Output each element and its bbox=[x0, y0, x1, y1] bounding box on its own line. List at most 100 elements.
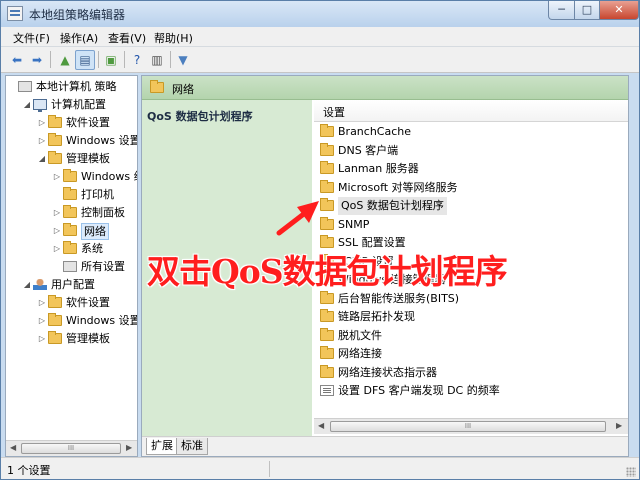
setting-list-item[interactable]: 链路层拓扑发现 bbox=[314, 308, 628, 326]
scroll-thumb[interactable]: III bbox=[21, 443, 121, 454]
tree-item[interactable]: ▷ Windows 组件 bbox=[6, 168, 137, 186]
scroll-left-icon[interactable]: ◀ bbox=[318, 421, 324, 430]
tree-item[interactable]: ▷ 系统 bbox=[6, 240, 137, 258]
tree-item[interactable]: 本地计算机 策略 bbox=[6, 78, 137, 96]
scroll-right-icon[interactable]: ▶ bbox=[616, 421, 622, 430]
setting-item-label: DNS 客户端 bbox=[338, 143, 399, 157]
column-header-setting[interactable]: 设置 bbox=[314, 100, 628, 122]
tree-item[interactable]: ▷ Windows 设置 bbox=[6, 132, 137, 150]
expanded-arrow-icon[interactable]: ◢ bbox=[22, 96, 32, 114]
folder-icon bbox=[320, 327, 334, 341]
window-title: 本地组策略编辑器 bbox=[29, 8, 126, 22]
tree-item[interactable]: ▷ 控制面板 bbox=[6, 204, 137, 222]
tab-standard[interactable]: 标准 bbox=[176, 438, 208, 455]
tree-item[interactable]: 打印机 bbox=[6, 186, 137, 204]
toolbar-separator bbox=[98, 51, 99, 68]
folder-icon bbox=[320, 346, 334, 359]
list-horizontal-scrollbar[interactable]: ◀ III ▶ bbox=[314, 418, 628, 434]
resize-grip-icon[interactable] bbox=[626, 467, 636, 477]
forward-arrow-icon[interactable]: ➡ bbox=[27, 50, 47, 70]
setting-list-item[interactable]: Lanman 服务器 bbox=[314, 160, 628, 178]
folder-icon bbox=[48, 295, 62, 308]
tree-item[interactable]: ◢ 计算机配置 bbox=[6, 96, 137, 114]
back-arrow-icon[interactable]: ⬅ bbox=[7, 50, 27, 70]
setting-item-label: 后台智能传送服务(BITS) bbox=[338, 291, 460, 305]
menu-action[interactable]: 操作(A) bbox=[60, 30, 98, 46]
settings-icon bbox=[18, 81, 32, 92]
tree-item-label: 计算机配置 bbox=[51, 98, 106, 111]
tree-item[interactable]: ◢ 用户配置 bbox=[6, 276, 137, 294]
menu-help[interactable]: 帮助(H) bbox=[154, 30, 193, 46]
settings-icon bbox=[63, 261, 77, 272]
group-policy-editor-window: 本地组策略编辑器 ─ □ ✕ 文件(F) 操作(A) 查看(V) 帮助(H) ⬅… bbox=[0, 0, 640, 480]
tree-item[interactable]: 所有设置 bbox=[6, 258, 137, 276]
export-list-icon[interactable]: ▣ bbox=[101, 50, 121, 70]
collapsed-arrow-icon[interactable]: ▷ bbox=[52, 204, 62, 222]
up-folder-icon[interactable]: ▲ bbox=[55, 50, 75, 70]
tree-item-label: 所有设置 bbox=[81, 260, 125, 273]
collapsed-arrow-icon[interactable]: ▷ bbox=[37, 312, 47, 330]
menu-bar: 文件(F) 操作(A) 查看(V) 帮助(H) bbox=[1, 27, 639, 47]
setting-list-item[interactable]: 脱机文件 bbox=[314, 327, 628, 345]
minimize-button[interactable]: ─ bbox=[548, 1, 575, 20]
menu-file[interactable]: 文件(F) bbox=[13, 30, 50, 46]
collapsed-arrow-icon[interactable]: ▷ bbox=[37, 114, 47, 132]
folder-icon bbox=[320, 179, 334, 193]
folder-icon bbox=[63, 223, 77, 236]
tree-item[interactable]: ◢ 管理模板 bbox=[6, 150, 137, 168]
setting-list-item[interactable]: QoS 数据包计划程序 bbox=[314, 197, 628, 215]
tree-item-label: Windows 组件 bbox=[81, 170, 137, 183]
scroll-right-icon[interactable]: ▶ bbox=[126, 443, 132, 452]
help-icon[interactable]: ? bbox=[127, 50, 147, 70]
setting-list-item[interactable]: Microsoft 对等网络服务 bbox=[314, 179, 628, 197]
expanded-arrow-icon[interactable]: ◢ bbox=[22, 276, 32, 294]
collapsed-arrow-icon[interactable]: ▷ bbox=[52, 240, 62, 258]
tree-item[interactable]: ▷ 软件设置 bbox=[6, 114, 137, 132]
collapsed-arrow-icon[interactable]: ▷ bbox=[37, 330, 47, 348]
collapsed-arrow-icon[interactable]: ▷ bbox=[52, 222, 62, 240]
tree-item[interactable]: ▷ 软件设置 bbox=[6, 294, 137, 312]
filter-icon[interactable]: ▼ bbox=[173, 50, 193, 70]
setting-item-label: 网络连接状态指示器 bbox=[338, 365, 437, 379]
tree-item-label: 本地计算机 策略 bbox=[36, 80, 117, 93]
setting-list-item[interactable]: 网络连接 bbox=[314, 345, 628, 363]
scroll-left-icon[interactable]: ◀ bbox=[10, 443, 16, 452]
setting-list-item[interactable]: SNMP bbox=[314, 216, 628, 234]
folder-icon bbox=[320, 161, 334, 174]
folder-icon bbox=[320, 142, 334, 156]
expanded-arrow-icon[interactable]: ◢ bbox=[37, 150, 47, 168]
tree-item[interactable]: ▷ Windows 设置 bbox=[6, 312, 137, 330]
setting-list-item[interactable]: 后台智能传送服务(BITS) bbox=[314, 290, 628, 308]
setting-list-item[interactable]: BranchCache bbox=[314, 123, 628, 141]
setting-list-item[interactable]: 设置 DFS 客户端发现 DC 的频率 bbox=[314, 382, 628, 400]
tab-extended[interactable]: 扩展 bbox=[146, 438, 178, 455]
title-bar[interactable]: 本地组策略编辑器 ─ □ ✕ bbox=[1, 1, 639, 27]
close-button[interactable]: ✕ bbox=[599, 1, 639, 20]
maximize-button[interactable]: □ bbox=[574, 1, 600, 20]
menu-view[interactable]: 查看(V) bbox=[108, 30, 146, 46]
collapsed-arrow-icon[interactable]: ▷ bbox=[37, 294, 47, 312]
properties-icon[interactable]: ▥ bbox=[147, 50, 167, 70]
setting-list-item[interactable]: DNS 客户端 bbox=[314, 142, 628, 160]
collapsed-arrow-icon[interactable]: ▷ bbox=[52, 168, 62, 186]
setting-item-label: SNMP bbox=[338, 217, 370, 231]
status-text: 1 个设置 bbox=[7, 464, 51, 477]
red-arrow-icon bbox=[276, 201, 319, 236]
folder-icon bbox=[48, 331, 62, 344]
setting-item-label: Microsoft 对等网络服务 bbox=[338, 180, 458, 194]
show-hide-tree-icon[interactable]: ▤ bbox=[75, 50, 95, 70]
tree-item-label: 系统 bbox=[81, 242, 103, 255]
scroll-thumb[interactable]: III bbox=[330, 421, 606, 432]
collapsed-arrow-icon[interactable]: ▷ bbox=[37, 132, 47, 150]
setting-list-item[interactable]: 网络连接状态指示器 bbox=[314, 364, 628, 382]
tree-horizontal-scrollbar[interactable]: ◀ III ▶ bbox=[6, 440, 137, 456]
tree-item[interactable]: ▷ 网络 bbox=[6, 222, 137, 240]
setting-item-label: BranchCache bbox=[338, 125, 412, 138]
tree-item-label: 用户配置 bbox=[51, 278, 95, 291]
setting-item-label: 链路层拓扑发现 bbox=[338, 310, 415, 323]
folder-icon bbox=[320, 290, 334, 304]
view-tabs: 扩展 标准 bbox=[142, 436, 628, 456]
tree-item[interactable]: ▷ 管理模板 bbox=[6, 330, 137, 348]
console-tree[interactable]: 本地计算机 策略 ◢ 计算机配置 ▷ 软件设置 ▷ Windows 设置 ◢ 管理模板 ▷ Wind… bbox=[5, 75, 138, 457]
tree-item-label: 软件设置 bbox=[66, 116, 110, 129]
